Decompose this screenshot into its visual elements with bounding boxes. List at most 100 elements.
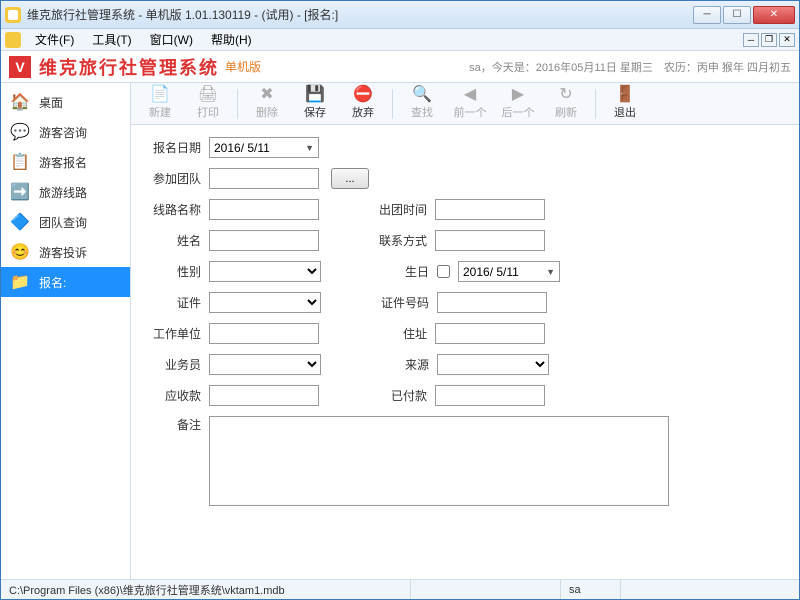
search-icon: 🔍 [412,87,432,103]
mdi-close-button[interactable]: ✕ [779,33,795,47]
sidebar-item-label: 旅游线路 [39,184,87,201]
discard-button[interactable]: ⛔放弃 [340,85,386,123]
edition-label: 单机版 [225,58,261,75]
arrow-icon: ➡️ [9,181,31,203]
find-button[interactable]: 🔍查找 [399,85,445,123]
chevron-down-icon: ▼ [305,143,314,153]
label-source: 来源 [359,356,429,373]
remark-textarea[interactable] [209,416,669,506]
depart-input[interactable] [435,199,545,220]
label-contact: 联系方式 [357,232,427,249]
sidebar-item-team[interactable]: 🔷 团队查询 [1,207,130,237]
sidebar-item-label: 游客报名 [39,154,87,171]
company-input[interactable] [209,323,319,344]
label-receivable: 应收款 [141,387,201,404]
next-button[interactable]: ▶后一个 [495,85,541,123]
menu-window[interactable]: 窗口(W) [142,29,201,50]
sidebar-item-label: 团队查询 [39,214,87,231]
save-button[interactable]: 💾保存 [292,85,338,123]
label-company: 工作单位 [141,325,201,342]
label-birthday: 生日 [359,263,429,280]
sales-select[interactable] [209,354,321,375]
maximize-button[interactable]: ☐ [723,6,751,24]
address-input[interactable] [435,323,545,344]
toolbar: 📄新建 🖨打印 ✖删除 💾保存 ⛔放弃 🔍查找 ◀前一个 ▶后一个 ↻刷新 🚪退… [131,83,799,125]
minimize-button[interactable]: ─ [693,6,721,24]
id-type-select[interactable] [209,292,321,313]
folder-icon: 📁 [9,271,31,293]
paid-input[interactable] [435,385,545,406]
sidebar-item-complaint[interactable]: 😊 游客投诉 [1,237,130,267]
toolbar-separator [392,89,393,119]
id-no-input[interactable] [437,292,547,313]
label-paid: 已付款 [357,387,427,404]
refresh-button[interactable]: ↻刷新 [543,85,589,123]
next-icon: ▶ [512,87,524,103]
contact-input[interactable] [435,230,545,251]
new-button[interactable]: 📄新建 [137,85,183,123]
sidebar-item-consult[interactable]: 💬 游客咨询 [1,117,130,147]
name-input[interactable] [209,230,319,251]
sidebar-item-signup[interactable]: 📁 报名: [1,267,130,297]
gender-select[interactable] [209,261,321,282]
source-select[interactable] [437,354,549,375]
clipboard-icon: 📋 [9,151,31,173]
label-reg-date: 报名日期 [141,139,201,156]
sidebar-item-route[interactable]: ➡️ 旅游线路 [1,177,130,207]
birthday-picker[interactable]: 2016/ 5/11▼ [458,261,560,282]
menu-help[interactable]: 帮助(H) [203,29,260,50]
stop-icon: ⛔ [353,87,373,103]
close-button[interactable]: ✕ [753,6,795,24]
sidebar-item-desktop[interactable]: 🏠 桌面 [1,87,130,117]
label-address: 住址 [357,325,427,342]
label-sales: 业务员 [141,356,201,373]
birthday-checkbox[interactable] [437,265,450,278]
status-user: sa [561,580,621,599]
window-title: 维克旅行社管理系统 - 单机版 1.01.130119 - (试用) - [报名… [27,6,693,23]
print-button[interactable]: 🖨打印 [185,85,231,123]
system-name: 维克旅行社管理系统 [39,54,219,80]
sidebar-item-label: 报名: [39,274,66,291]
sidebar-item-label: 桌面 [39,94,63,111]
team-input[interactable] [209,168,319,189]
smile-icon: 😊 [9,241,31,263]
sidebar-item-label: 游客咨询 [39,124,87,141]
sidebar-item-label: 游客投诉 [39,244,87,261]
browse-team-button[interactable]: ... [331,168,369,189]
exit-icon: 🚪 [615,87,635,103]
app-icon [5,7,21,23]
date-info: sa，今天是：2016年05月11日 星期三 农历：丙申 猴年 四月初五 [469,59,791,75]
delete-button[interactable]: ✖删除 [244,85,290,123]
titlebar: 维克旅行社管理系统 - 单机版 1.01.130119 - (试用) - [报名… [1,1,799,29]
menu-app-icon [5,32,21,48]
menubar: 文件(F) 工具(T) 窗口(W) 帮助(H) ─ ❐ ✕ [1,29,799,51]
print-icon: 🖨 [198,87,218,103]
toolbar-separator [237,89,238,119]
diamond-icon: 🔷 [9,211,31,233]
label-id-type: 证件 [141,294,201,311]
logo-icon: V [9,56,31,78]
mdi-restore-button[interactable]: ❐ [761,33,777,47]
prev-icon: ◀ [464,87,476,103]
chat-icon: 💬 [9,121,31,143]
label-id-no: 证件号码 [359,294,429,311]
exit-button[interactable]: 🚪退出 [602,85,648,123]
menu-tool[interactable]: 工具(T) [84,29,139,50]
toolbar-separator [595,89,596,119]
mdi-minimize-button[interactable]: ─ [743,33,759,47]
receivable-input[interactable] [209,385,319,406]
menu-file[interactable]: 文件(F) [27,29,82,50]
home-icon: 🏠 [9,91,31,113]
prev-button[interactable]: ◀前一个 [447,85,493,123]
refresh-icon: ↻ [559,87,572,103]
label-remark: 备注 [141,416,201,433]
chevron-down-icon: ▼ [546,267,555,277]
form-area: 报名日期 2016/ 5/11▼ 参加团队 ... 线路名称 出团时间 姓名 [131,125,799,579]
sidebar: 🏠 桌面 💬 游客咨询 📋 游客报名 ➡️ 旅游线路 🔷 团队查询 😊 游客投诉 📁 报名: [1,83,131,579]
reg-date-picker[interactable]: 2016/ 5/11▼ [209,137,319,158]
statusbar: C:\Program Files (x86)\维克旅行社管理系统\vktam1.… [1,579,799,599]
status-path: C:\Program Files (x86)\维克旅行社管理系统\vktam1.… [1,580,411,599]
sidebar-item-register[interactable]: 📋 游客报名 [1,147,130,177]
delete-icon: ✖ [260,87,273,103]
route-input[interactable] [209,199,319,220]
